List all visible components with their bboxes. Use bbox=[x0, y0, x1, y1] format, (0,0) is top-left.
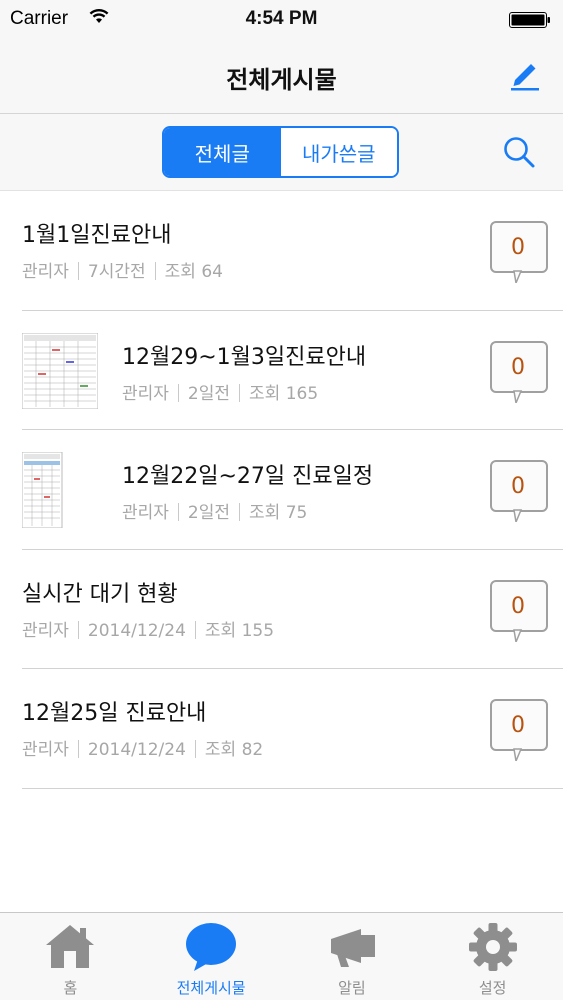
post-author: 관리자 bbox=[22, 620, 69, 641]
post-author: 관리자 bbox=[22, 262, 69, 282]
tab-notifications[interactable]: 알림 bbox=[282, 913, 423, 1000]
post-author: 관리자 bbox=[122, 383, 169, 404]
comment-count: 0 bbox=[511, 474, 525, 499]
list-item[interactable]: 12월25일 진료안내 관리자 2014/12/24 조회 82 0 bbox=[22, 669, 563, 789]
post-title: 12월25일 진료안내 bbox=[22, 701, 207, 726]
post-meta: 관리자 7시간전 조회 64 bbox=[22, 257, 223, 282]
tab-label: 홈 bbox=[63, 979, 78, 997]
post-date: 2일전 bbox=[187, 503, 231, 523]
comment-badge[interactable]: 0 bbox=[490, 340, 548, 406]
segment-my-posts[interactable]: 내가쓴글 bbox=[280, 128, 397, 176]
post-meta: 관리자 2일전 조회 165 bbox=[122, 379, 366, 404]
post-date: 7시간전 bbox=[87, 262, 146, 282]
post-views: 조회 64 bbox=[164, 262, 223, 282]
post-title: 12월22일~27일 진료일정 bbox=[122, 464, 374, 489]
post-meta: 관리자 2014/12/24 조회 82 bbox=[22, 735, 263, 760]
speech-bubble-icon bbox=[186, 923, 237, 971]
clock: 4:54 PM bbox=[245, 8, 318, 29]
comment-badge[interactable]: 0 bbox=[490, 221, 548, 286]
tab-label: 알림 bbox=[338, 979, 366, 997]
post-views: 조회 155 bbox=[204, 620, 275, 641]
post-list: 1월1일진료안내 관리자 7시간전 조회 64 0 12월29~1월3일진료안내… bbox=[0, 191, 563, 789]
comment-count: 0 bbox=[511, 235, 525, 260]
post-text: 12월29~1월3일진료안내 관리자 2일전 조회 165 bbox=[122, 339, 366, 404]
post-views: 조회 165 bbox=[249, 383, 319, 404]
post-views: 조회 75 bbox=[249, 503, 308, 523]
post-author: 관리자 bbox=[22, 740, 69, 760]
tab-bar: 홈 전체게시물 알림 설정 bbox=[0, 912, 563, 1000]
list-item[interactable]: 실시간 대기 현황 관리자 2014/12/24 조회 155 0 bbox=[22, 550, 563, 669]
megaphone-icon bbox=[330, 929, 375, 967]
tab-label: 전체게시물 bbox=[176, 979, 246, 997]
tab-home[interactable]: 홈 bbox=[0, 913, 141, 1000]
status-bar: Carrier 4:54 PM bbox=[0, 0, 563, 40]
pencil-icon[interactable] bbox=[507, 56, 543, 92]
navigation-bar: 전체게시물 bbox=[0, 40, 563, 114]
post-text: 실시간 대기 현황 관리자 2014/12/24 조회 155 bbox=[22, 576, 274, 641]
post-title: 12월29~1월3일진료안내 bbox=[122, 344, 367, 370]
comment-badge[interactable]: 0 bbox=[490, 579, 548, 645]
comment-badge[interactable]: 0 bbox=[490, 699, 548, 764]
post-text: 12월22일~27일 진료일정 관리자 2일전 조회 75 bbox=[122, 458, 373, 523]
filter-bar: 전체글 내가쓴글 bbox=[0, 114, 563, 191]
list-item[interactable]: 12월29~1월3일진료안내 관리자 2일전 조회 165 0 bbox=[22, 311, 563, 430]
post-date: 2일전 bbox=[187, 383, 231, 404]
post-meta: 관리자 2일전 조회 75 bbox=[122, 498, 373, 523]
list-item[interactable]: 12월22일~27일 진료일정 관리자 2일전 조회 75 0 bbox=[22, 430, 563, 550]
post-meta: 관리자 2014/12/24 조회 155 bbox=[22, 616, 274, 641]
post-text: 1월1일진료안내 관리자 7시간전 조회 64 bbox=[22, 217, 223, 282]
comment-count: 0 bbox=[511, 354, 525, 380]
comment-count: 0 bbox=[511, 713, 525, 738]
tab-label: 설정 bbox=[478, 979, 507, 997]
comment-count: 0 bbox=[511, 593, 525, 619]
magnifier-icon[interactable] bbox=[501, 134, 537, 170]
segment-all-posts[interactable]: 전체글 bbox=[164, 128, 281, 176]
post-title: 실시간 대기 현황 bbox=[22, 581, 178, 607]
post-title: 1월1일진료안내 bbox=[22, 223, 172, 248]
post-date: 2014/12/24 bbox=[87, 620, 186, 641]
home-icon bbox=[46, 925, 95, 968]
post-thumbnail bbox=[22, 452, 98, 528]
tab-settings[interactable]: 설정 bbox=[422, 913, 563, 1000]
gear-icon bbox=[468, 923, 517, 971]
post-text: 12월25일 진료안내 관리자 2014/12/24 조회 82 bbox=[22, 695, 263, 760]
tab-all-posts[interactable]: 전체게시물 bbox=[141, 913, 282, 1000]
post-date: 2014/12/24 bbox=[87, 740, 186, 760]
post-views: 조회 82 bbox=[204, 740, 264, 760]
segmented-control: 전체글 내가쓴글 bbox=[162, 126, 399, 178]
post-thumbnail bbox=[22, 332, 98, 409]
comment-badge[interactable]: 0 bbox=[490, 460, 548, 525]
list-item[interactable]: 1월1일진료안내 관리자 7시간전 조회 64 0 bbox=[22, 191, 563, 311]
battery-icon bbox=[509, 12, 550, 28]
page-title: 전체게시물 bbox=[226, 66, 337, 94]
post-author: 관리자 bbox=[122, 503, 169, 523]
